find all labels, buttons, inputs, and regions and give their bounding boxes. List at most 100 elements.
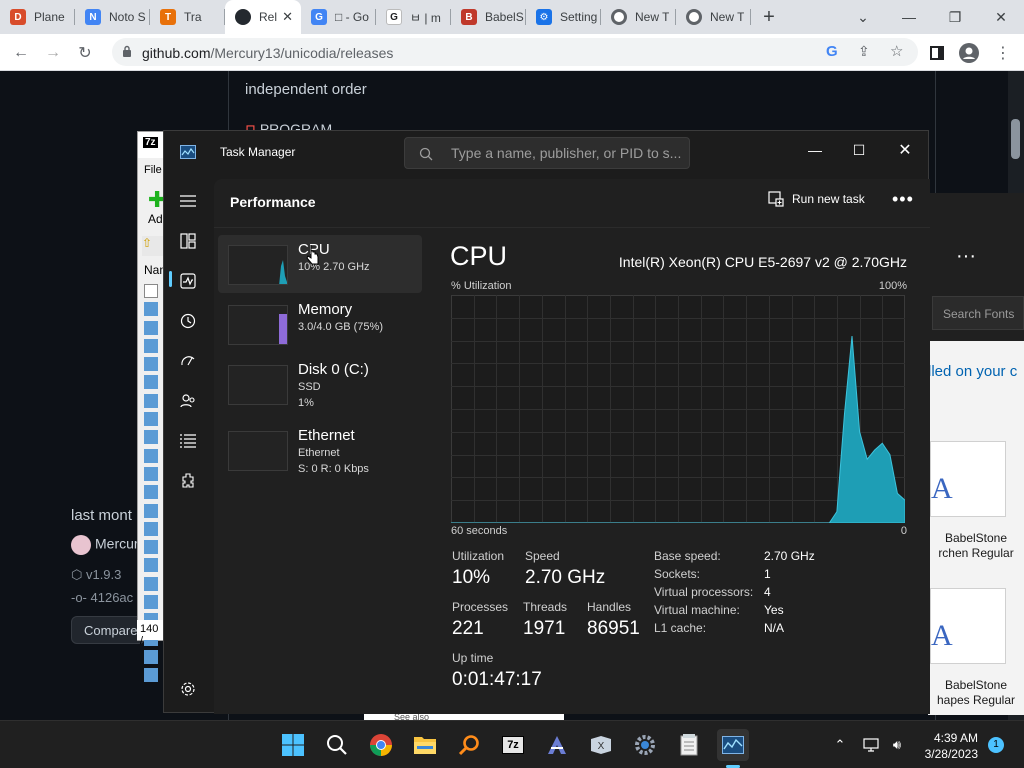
- share-icon[interactable]: ⇪: [858, 43, 870, 60]
- processes-icon[interactable]: [176, 229, 200, 253]
- browser-tab[interactable]: G □ - Go: [301, 0, 376, 34]
- file-icon[interactable]: [144, 375, 158, 390]
- scrollbar-thumb[interactable]: [1011, 119, 1020, 159]
- fontforge-icon[interactable]: [541, 729, 573, 761]
- file-icon[interactable]: [144, 302, 158, 317]
- release-author[interactable]: Mercur: [71, 535, 139, 555]
- resource-item[interactable]: Memory 3.0/4.0 GB (75%): [218, 295, 422, 353]
- release-commit[interactable]: -o- 4126ac: [71, 590, 133, 605]
- browser-tab[interactable]: G ㅂ | m: [376, 0, 451, 34]
- browser-menu-icon[interactable]: ⋮: [990, 40, 1016, 66]
- browser-tab[interactable]: New T: [676, 0, 751, 34]
- file-explorer-icon[interactable]: [409, 729, 441, 761]
- file-icon[interactable]: [144, 668, 158, 683]
- bookmark-star-icon[interactable]: ☆: [890, 42, 903, 60]
- browser-restore-button[interactable]: ❐: [932, 0, 978, 34]
- font-card-2-style: hapes Regular: [936, 693, 1016, 707]
- fonts-more-icon[interactable]: ···: [956, 245, 976, 268]
- tm-minimize-button[interactable]: —: [792, 135, 838, 165]
- installed-fonts-link[interactable]: lled on your c: [928, 363, 1017, 380]
- browser-tab[interactable]: New T: [601, 0, 676, 34]
- app-history-icon[interactable]: [176, 309, 200, 333]
- spec-value: Yes: [764, 603, 784, 617]
- resource-detail: Ethernet: [298, 447, 340, 459]
- resource-detail: SSD: [298, 381, 321, 393]
- search-everything-icon[interactable]: [453, 729, 485, 761]
- font-card-1[interactable]: A: [930, 441, 1006, 517]
- volume-icon[interactable]: 🔊︎: [887, 735, 907, 755]
- search-fonts-input[interactable]: Search Fonts: [932, 296, 1024, 330]
- performance-icon[interactable]: [176, 269, 200, 293]
- file-icon[interactable]: [144, 430, 158, 445]
- notepad-icon[interactable]: [673, 729, 705, 761]
- file-icon[interactable]: [144, 338, 158, 353]
- tab-search-icon[interactable]: ⌄: [840, 0, 886, 34]
- file-icon[interactable]: [144, 320, 158, 335]
- file-icon[interactable]: [144, 649, 158, 664]
- hamburger-menu-icon[interactable]: [176, 189, 200, 213]
- browser-tab[interactable]: T Tra: [150, 0, 225, 34]
- browser-minimize-button[interactable]: —: [886, 0, 932, 34]
- cpu-utilization-graph: [451, 295, 905, 523]
- chrome-icon[interactable]: [365, 729, 397, 761]
- release-tag[interactable]: ⬡ v1.9.3: [71, 567, 121, 583]
- run-new-task-button[interactable]: Run new task: [768, 191, 865, 207]
- unicodia-icon[interactable]: X: [585, 729, 617, 761]
- file-icon[interactable]: [144, 503, 158, 518]
- 7zip-taskbar-icon[interactable]: 7z: [497, 729, 529, 761]
- file-icon[interactable]: [144, 576, 158, 591]
- compare-button[interactable]: Compare: [71, 616, 145, 644]
- back-icon[interactable]: ←: [8, 40, 34, 66]
- address-bar[interactable]: github.com/Mercury13/unicodia/releases G…: [112, 38, 918, 66]
- forward-icon[interactable]: →: [40, 40, 66, 66]
- users-icon[interactable]: [176, 389, 200, 413]
- services-icon[interactable]: [176, 469, 200, 493]
- file-icon[interactable]: [144, 540, 158, 555]
- resource-item[interactable]: Ethernet Ethernet S: 0 R: 0 Kbps: [218, 421, 422, 479]
- tm-maximize-button[interactable]: ☐: [836, 135, 882, 165]
- startup-apps-icon[interactable]: [176, 349, 200, 373]
- reload-icon[interactable]: ↻: [72, 40, 98, 66]
- task-manager-taskbar-icon[interactable]: [717, 729, 749, 761]
- file-icon[interactable]: [144, 558, 158, 573]
- resource-item[interactable]: CPU 10% 2.70 GHz: [218, 235, 422, 293]
- browser-tab[interactable]: N Noto S: [75, 0, 150, 34]
- browser-tab[interactable]: Rel ✕: [225, 0, 301, 34]
- file-icon[interactable]: [144, 412, 158, 427]
- browser-tab[interactable]: ⚙ Setting: [526, 0, 601, 34]
- file-icon[interactable]: [144, 357, 158, 372]
- file-icon[interactable]: [144, 284, 158, 298]
- file-icon[interactable]: [144, 485, 158, 500]
- google-lens-icon[interactable]: G: [826, 43, 838, 60]
- details-icon[interactable]: [176, 429, 200, 453]
- start-button[interactable]: [277, 729, 309, 761]
- tm-close-button[interactable]: ✕: [882, 135, 928, 165]
- stat-handles: Handles 86951: [587, 600, 640, 639]
- browser-tab[interactable]: D Plane: [0, 0, 75, 34]
- file-icon[interactable]: [144, 448, 158, 463]
- task-manager-search-input[interactable]: Type a name, publisher, or PID to s...: [404, 137, 690, 169]
- system-clock[interactable]: 4:39 AM 3/28/2023: [920, 730, 978, 762]
- close-tab-icon[interactable]: ✕: [282, 9, 293, 25]
- settings-icon[interactable]: [176, 677, 200, 701]
- network-icon[interactable]: [862, 735, 882, 755]
- settings-taskbar-icon[interactable]: [629, 729, 661, 761]
- profile-avatar[interactable]: [956, 40, 982, 66]
- file-icon[interactable]: [144, 393, 158, 408]
- show-hidden-icons[interactable]: ⌃: [830, 735, 850, 755]
- file-icon[interactable]: [144, 521, 158, 536]
- new-tab-button[interactable]: +: [751, 0, 787, 34]
- notification-badge[interactable]: 1: [988, 737, 1004, 753]
- browser-close-button[interactable]: ✕: [978, 0, 1024, 34]
- more-options-icon[interactable]: •••: [892, 189, 914, 210]
- side-panel-icon[interactable]: [924, 40, 950, 66]
- file-icon[interactable]: [144, 466, 158, 481]
- browser-tab[interactable]: B BabelS: [451, 0, 526, 34]
- file-icon[interactable]: [144, 595, 158, 610]
- 7zip-menu-file[interactable]: File: [144, 164, 162, 176]
- font-card-2[interactable]: A: [930, 588, 1006, 664]
- max-axis-label: 100%: [878, 280, 907, 292]
- search-icon[interactable]: [321, 729, 353, 761]
- task-manager-title: Task Manager: [220, 145, 296, 159]
- resource-item[interactable]: Disk 0 (C:) SSD 1%: [218, 355, 422, 413]
